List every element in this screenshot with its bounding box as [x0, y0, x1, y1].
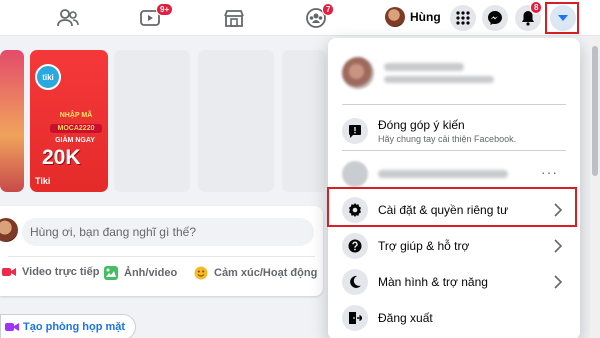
grid-icon — [456, 11, 470, 25]
watch-tab[interactable]: 9+ — [110, 0, 190, 36]
avatar — [0, 218, 18, 242]
tiki-code: MOCA2220 — [50, 124, 102, 133]
create-room-button[interactable]: Tạo phòng họp mặt — [0, 314, 137, 338]
avatar — [385, 7, 405, 27]
feedback-subtitle: Hãy chung tay cải thiện Facebook. — [378, 134, 517, 144]
profile-chip[interactable]: Hùng — [382, 4, 447, 30]
photo-icon — [104, 266, 118, 280]
friends-icon — [57, 9, 79, 27]
avatar — [342, 57, 374, 89]
chevron-right-icon — [554, 275, 562, 289]
logout-icon-circle — [342, 305, 368, 331]
create-room-label: Tạo phòng họp mặt — [23, 321, 126, 333]
photo-video-button[interactable]: Ảnh/video — [104, 266, 177, 280]
photo-video-label: Ảnh/video — [124, 267, 178, 279]
composer-placeholder: Hùng ơi, bạn đang nghĩ gì thế? — [30, 225, 196, 239]
marketplace-icon — [224, 10, 244, 27]
composer-input[interactable]: Hùng ơi, bạn đang nghĩ gì thế? — [22, 218, 314, 246]
groups-badge: 7 — [322, 3, 335, 16]
display-accessibility-item[interactable]: Màn hình & trợ năng — [336, 265, 572, 299]
video-room-icon — [5, 323, 19, 331]
story-card-tiki[interactable]: tiki NHẬP MÃ MOCA2220 GIẢM NGAY 20K Tiki — [30, 50, 108, 192]
top-navigation-bar: 9+ 7 Hùng 8 — [0, 0, 600, 36]
divider — [342, 150, 566, 151]
help-icon-circle — [342, 233, 368, 259]
profile-name: Hùng — [410, 10, 441, 24]
friends-tab[interactable] — [28, 0, 108, 36]
tiki-logo: tiki — [35, 64, 61, 90]
blurred-profile-text — [384, 63, 494, 83]
help-support-label: Trợ giúp & hỗ trợ — [378, 239, 470, 253]
feeling-activity-label: Cảm xúc/Hoạt động — [214, 267, 318, 279]
story-author: Tiki — [35, 176, 51, 186]
messenger-icon — [488, 11, 502, 25]
watch-badge: 9+ — [156, 3, 174, 16]
marketplace-tab[interactable] — [194, 0, 274, 36]
chevron-right-icon — [554, 239, 562, 253]
blurred-account-text — [378, 170, 508, 178]
groups-tab[interactable]: 7 — [276, 0, 356, 36]
logout-icon — [349, 312, 362, 324]
question-icon — [348, 239, 362, 253]
logout-label: Đăng xuất — [378, 311, 433, 325]
more-options-icon[interactable]: ··· — [541, 164, 558, 180]
feedback-icon-circle — [342, 118, 368, 144]
tiki-headline: NHẬP MÃ — [59, 112, 93, 119]
feedback-icon — [349, 125, 361, 138]
story-card-placeholder — [198, 50, 274, 192]
scrollbar-thumb[interactable] — [592, 46, 598, 176]
feeling-icon — [194, 266, 208, 280]
story-card-placeholder — [114, 50, 190, 192]
avatar — [342, 161, 368, 187]
highlight-box-account-menu — [545, 2, 579, 34]
tiki-discount-label: GIẢM NGAY — [55, 137, 95, 144]
story-card-placeholder — [282, 50, 326, 192]
feeling-activity-button[interactable]: Cảm xúc/Hoạt động — [194, 266, 317, 280]
post-composer: Hùng ơi, bạn đang nghĩ gì thế? Video trự… — [0, 206, 323, 296]
live-video-icon — [2, 268, 16, 276]
moon-icon — [350, 275, 361, 288]
tiki-amount: 20K — [42, 146, 81, 169]
menu-profile-link[interactable] — [336, 48, 572, 98]
page-scrollbar[interactable] — [590, 36, 600, 338]
logout-item[interactable]: Đăng xuất — [336, 301, 572, 335]
live-video-label: Video trực tiếp — [22, 266, 100, 278]
display-icon-circle — [342, 269, 368, 295]
notifications-button[interactable]: 8 — [515, 1, 543, 31]
notifications-badge: 8 — [530, 1, 543, 14]
help-support-item[interactable]: Trợ giúp & hỗ trợ — [336, 229, 572, 263]
divider — [8, 256, 315, 257]
highlight-box-settings — [327, 187, 577, 227]
menu-grid-button[interactable] — [450, 5, 476, 31]
display-accessibility-label: Màn hình & trợ năng — [378, 275, 488, 289]
feedback-title: Đóng góp ý kiến — [378, 118, 465, 132]
divider — [342, 104, 566, 105]
messenger-button[interactable] — [482, 5, 508, 31]
feedback-item[interactable]: Đóng góp ý kiến Hãy chung tay cải thiện … — [336, 110, 572, 152]
story-card-partial[interactable] — [0, 50, 24, 192]
live-video-button[interactable]: Video trực tiếp — [2, 266, 99, 278]
